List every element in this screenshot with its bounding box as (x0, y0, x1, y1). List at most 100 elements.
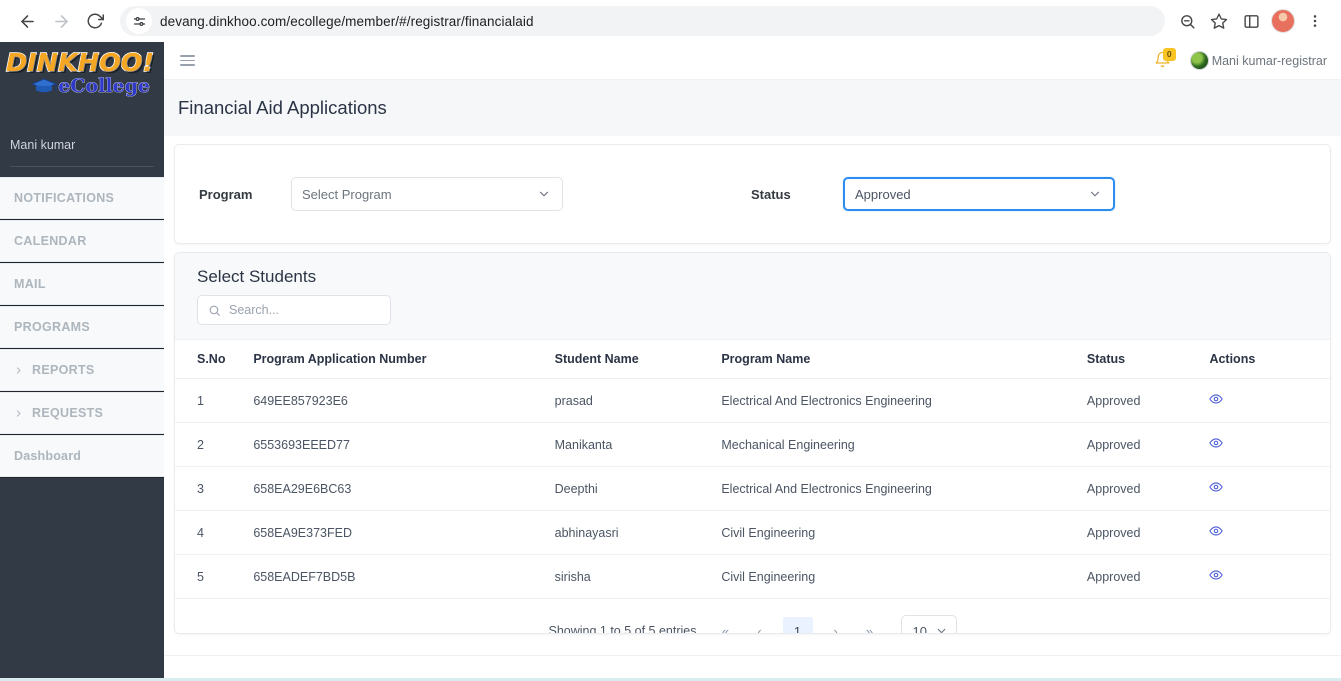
pagination-summary: Showing 1 to 5 of 5 entries (548, 624, 697, 634)
chrome-menu-button[interactable] (1299, 5, 1331, 37)
cell-status: Approved (1086, 378, 1210, 423)
sidebar-item-label: REQUESTS (32, 406, 104, 420)
reload-button[interactable] (78, 4, 112, 38)
table-row[interactable]: 2 6553693EEED77 Manikanta Mechanical Eng… (175, 422, 1330, 467)
user-menu[interactable]: Mani kumar-registrar (1189, 51, 1327, 70)
search-zoom-icon (1180, 14, 1195, 29)
pagination-next-button[interactable]: › (825, 618, 847, 634)
avatar (1189, 51, 1209, 70)
cell-sno: 4 (175, 510, 254, 555)
sidebar-menu: NOTIFICATIONS CALENDAR MAIL PROGRAMS REP… (0, 177, 172, 477)
column-header-application-number[interactable]: Program Application Number (253, 340, 555, 379)
status-select-value: Approved (855, 186, 911, 202)
cell-student-name: prasad (554, 378, 722, 423)
eye-icon (1209, 482, 1224, 492)
table-row[interactable]: 3 658EA29E6BC63 Deepthi Electrical And E… (175, 466, 1330, 511)
sidebar-item-calendar[interactable]: CALENDAR (0, 220, 172, 262)
cell-application-number: 658EA9E373FED (253, 510, 555, 555)
view-button[interactable] (1209, 568, 1224, 582)
search-input[interactable]: Search... (197, 295, 391, 325)
column-header-program-name[interactable]: Program Name (721, 340, 1087, 379)
site-info-button[interactable] (126, 8, 152, 34)
pagination-last-button[interactable]: » (859, 618, 881, 634)
sidebar-item-label: REPORTS (32, 363, 95, 377)
view-button[interactable] (1209, 436, 1224, 450)
cell-student-name: abhinayasri (554, 510, 722, 555)
column-header-student-name[interactable]: Student Name (554, 340, 722, 379)
search-placeholder: Search... (229, 303, 280, 317)
sidebar-item-label: Dashboard (14, 449, 82, 463)
side-panel-button[interactable] (1235, 5, 1267, 37)
sidebar-item-notifications[interactable]: NOTIFICATIONS (0, 177, 172, 219)
sidebar: DINKHOO! eCollege Mani kumar NOTIFICATIO… (0, 42, 172, 681)
rows-per-page-select[interactable]: 10 (900, 615, 957, 633)
logo-text-dinkhoo: DINKHOO! (5, 47, 155, 78)
app-logo[interactable]: DINKHOO! eCollege (0, 42, 164, 126)
program-label: Program (199, 186, 253, 202)
column-header-status[interactable]: Status (1086, 340, 1210, 379)
page-info-icon (133, 16, 145, 26)
eye-icon (1209, 394, 1224, 404)
table-heading: Select Students (197, 267, 317, 286)
sidebar-item-mail[interactable]: MAIL (0, 263, 172, 305)
pagination-first-button[interactable]: « (715, 618, 737, 634)
address-bar[interactable]: devang.dinkhoo.com/ecollege/member/#/reg… (120, 6, 1165, 36)
program-select[interactable]: Select Program (291, 177, 563, 211)
pagination-prev-button[interactable]: ‹ (749, 618, 771, 634)
chevron-down-icon (935, 625, 948, 633)
bookmark-button[interactable] (1203, 5, 1235, 37)
url-text: devang.dinkhoo.com/ecollege/member/#/reg… (160, 13, 534, 29)
graduation-cap-icon (30, 78, 58, 94)
view-button[interactable] (1209, 480, 1224, 494)
cell-program-name: Civil Engineering (721, 554, 1087, 599)
sidebar-toggle-button[interactable] (180, 55, 195, 66)
cell-sno: 5 (175, 554, 254, 599)
cell-status: Approved (1086, 466, 1210, 511)
zoom-button[interactable] (1171, 5, 1203, 37)
status-filter: Status Approved (751, 177, 1115, 211)
sidebar-item-requests[interactable]: REQUESTS (0, 392, 172, 434)
sidebar-item-programs[interactable]: PROGRAMS (0, 306, 172, 348)
eye-icon (1209, 526, 1224, 536)
cell-actions (1209, 466, 1330, 511)
cell-actions (1209, 554, 1330, 599)
cell-program-name: Electrical And Electronics Engineering (721, 466, 1087, 511)
cell-student-name: sirisha (554, 554, 722, 599)
view-button[interactable] (1209, 524, 1224, 538)
sidebar-item-label: MAIL (14, 277, 46, 291)
chevron-down-icon (537, 187, 551, 201)
chrome-profile-button[interactable] (1267, 5, 1299, 37)
cell-student-name: Manikanta (554, 422, 722, 467)
cell-application-number: 658EA29E6BC63 (253, 466, 555, 511)
sidebar-item-label: PROGRAMS (14, 320, 91, 334)
view-button[interactable] (1209, 392, 1224, 406)
cell-program-name: Mechanical Engineering (721, 422, 1087, 467)
pagination: Showing 1 to 5 of 5 entries « ‹ 1 › » 10 (175, 599, 1330, 634)
table-row[interactable]: 4 658EA9E373FED abhinayasri Civil Engine… (175, 510, 1330, 555)
main-area: 0 Mani kumar-registrar Financial Aid App… (164, 42, 1341, 681)
back-button[interactable] (10, 4, 44, 38)
column-header-sno[interactable]: S.No (175, 340, 254, 379)
students-table: S.No Program Application Number Student … (175, 340, 1330, 599)
forward-button[interactable] (44, 4, 78, 38)
pagination-page-1[interactable]: 1 (782, 617, 813, 633)
status-select[interactable]: Approved (843, 177, 1115, 211)
cell-sno: 1 (175, 378, 254, 423)
students-table-card: Select Students Search... S.No Program A… (174, 252, 1331, 634)
sidebar-item-reports[interactable]: REPORTS (0, 349, 172, 391)
cell-student-name: Deepthi (554, 466, 722, 511)
cell-status: Approved (1086, 510, 1210, 555)
sidebar-item-dashboard[interactable]: Dashboard (0, 435, 172, 477)
status-label: Status (751, 186, 791, 202)
search-icon (209, 305, 220, 316)
cell-program-name: Civil Engineering (721, 510, 1087, 555)
filters-card: Program Select Program Status Approved (174, 144, 1331, 244)
page-title: Financial Aid Applications (178, 97, 387, 118)
browser-action-icons (1171, 5, 1331, 37)
cell-actions (1209, 378, 1330, 423)
table-header-row: S.No Program Application Number Student … (175, 340, 1330, 379)
table-row[interactable]: 5 658EADEF7BD5B sirisha Civil Engineerin… (175, 554, 1330, 599)
chevron-down-icon (1088, 187, 1102, 201)
notifications-button[interactable]: 0 (1154, 47, 1176, 71)
table-row[interactable]: 1 649EE857923E6 prasad Electrical And El… (175, 378, 1330, 423)
